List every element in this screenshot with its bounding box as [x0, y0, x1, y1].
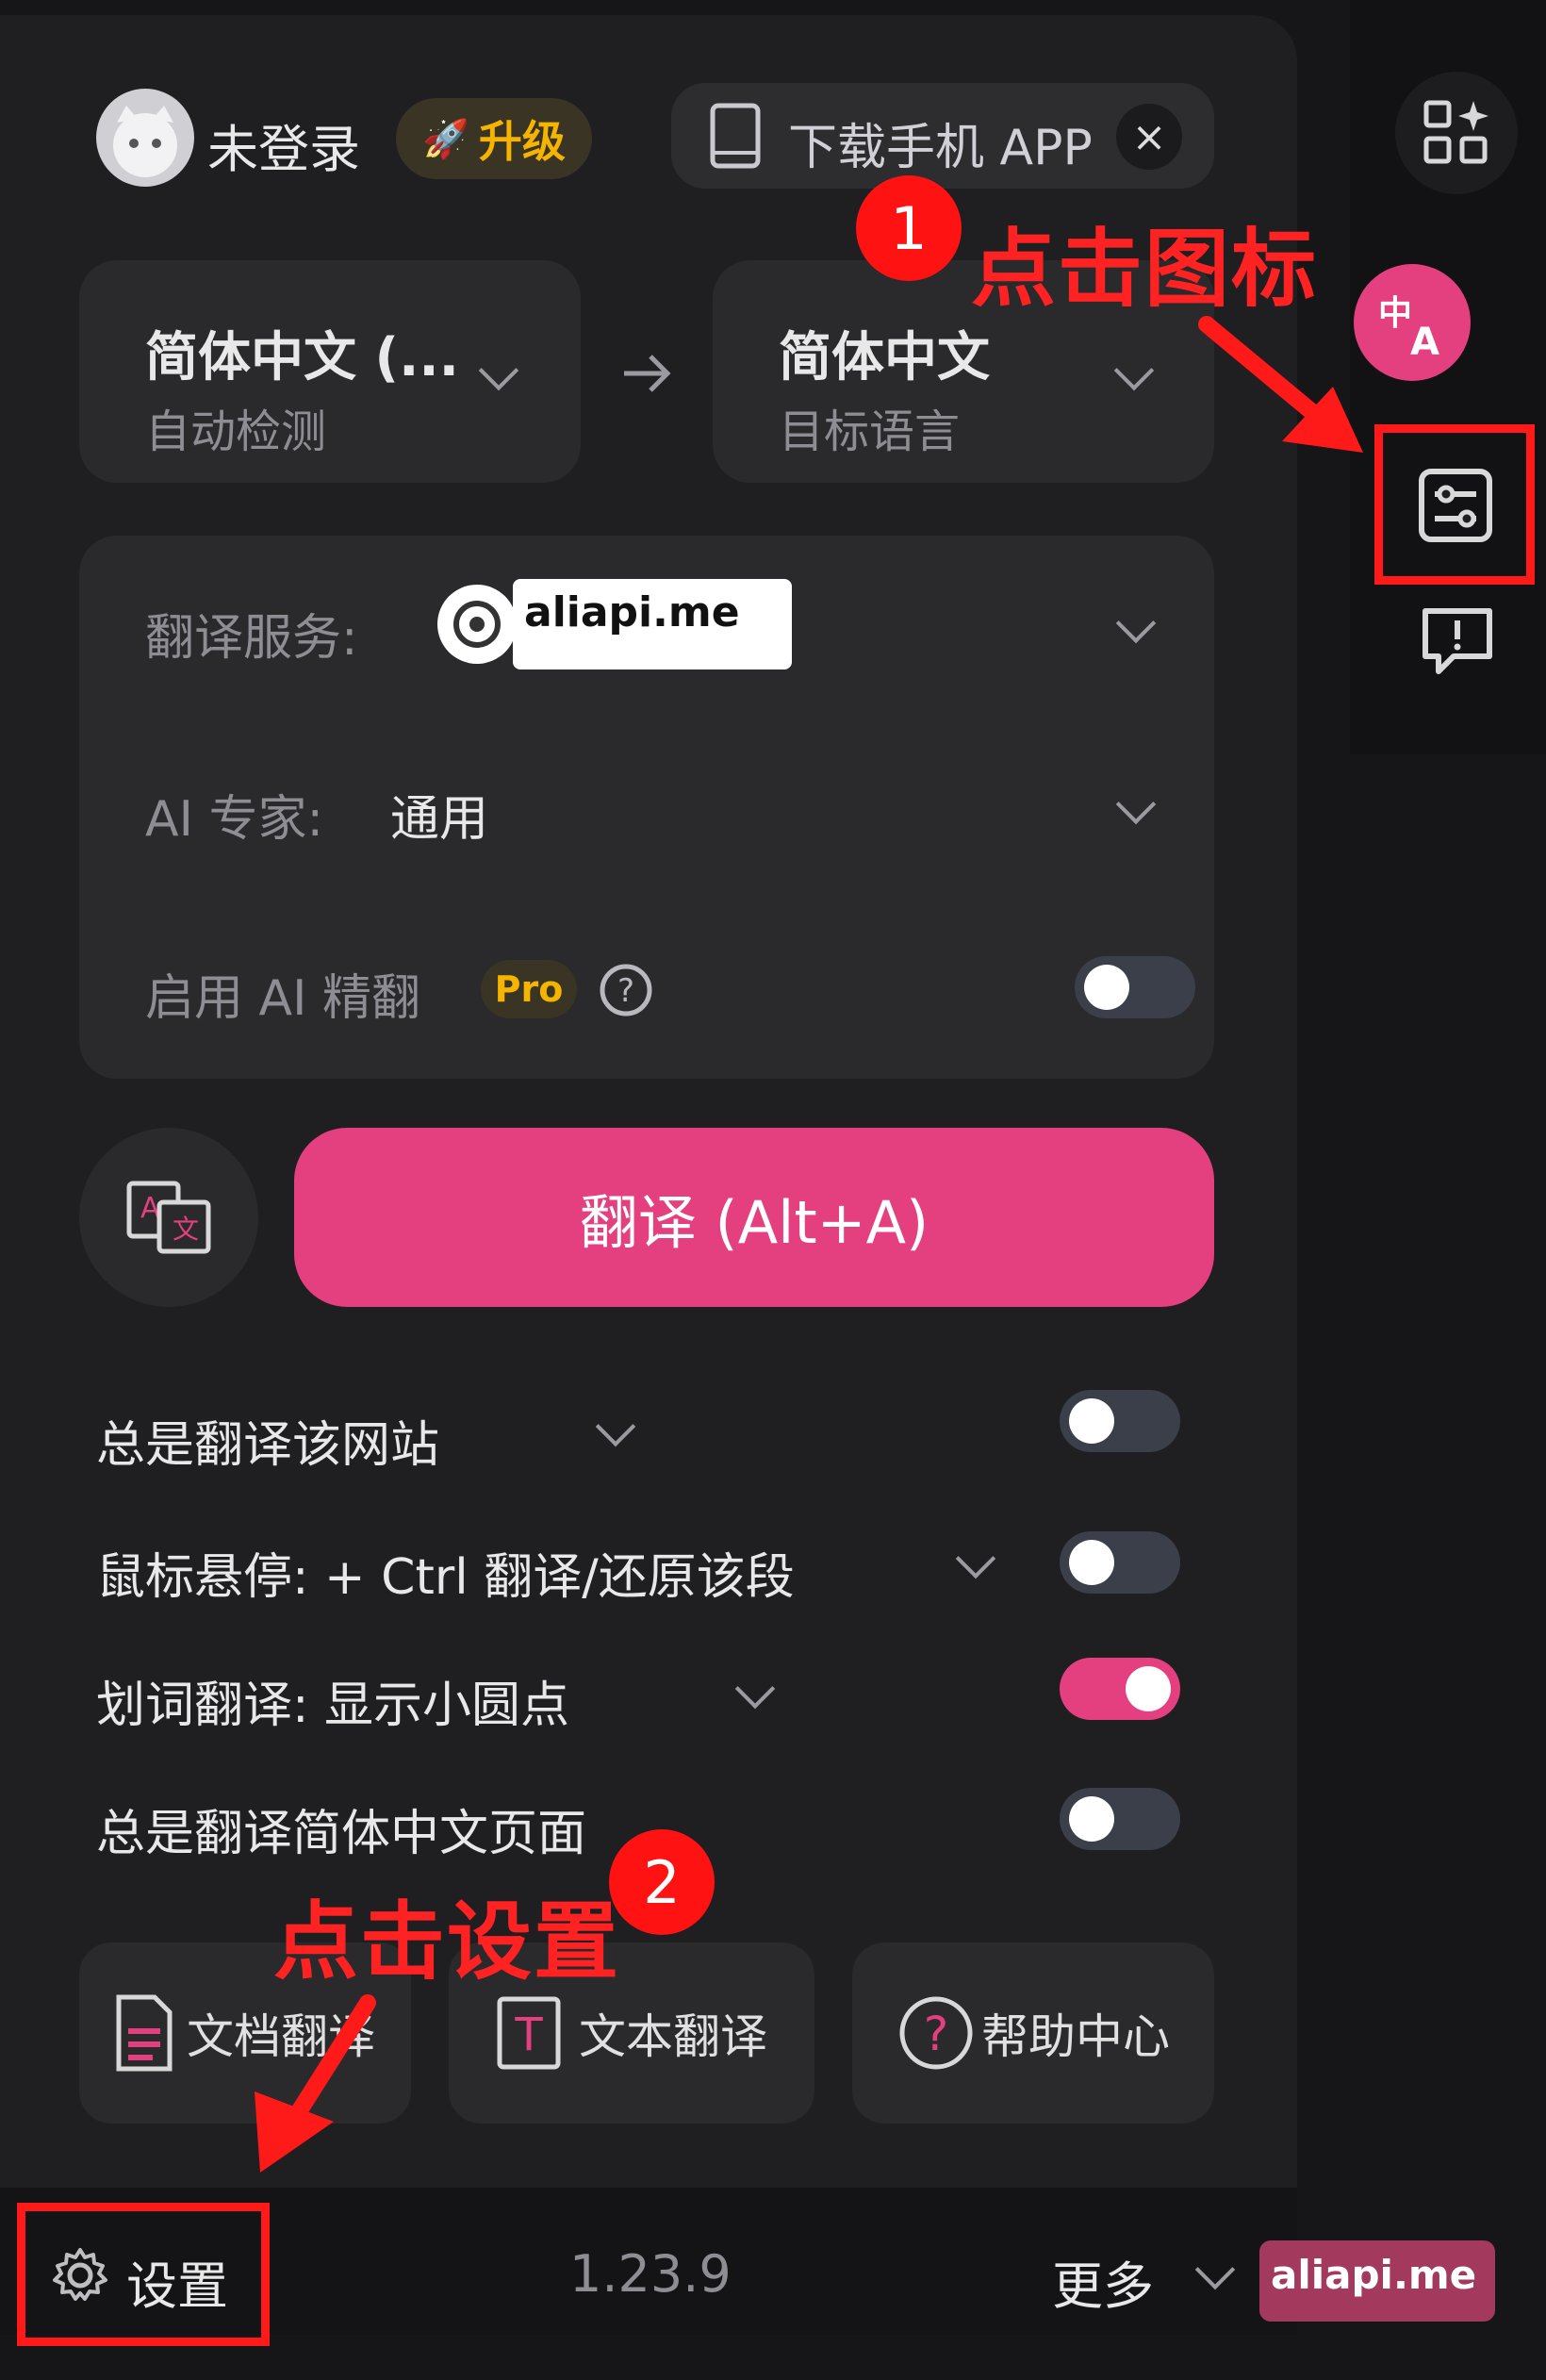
option-toggle-always-chinese[interactable]	[1060, 1788, 1180, 1850]
step2-annotation: 点击设置	[273, 1892, 620, 1992]
translate-button[interactable]: 翻译 (Alt+A)	[294, 1128, 1214, 1307]
rocket-icon: 🚀	[422, 117, 469, 161]
avatar[interactable]	[96, 89, 194, 187]
option-toggle-selection[interactable]	[1060, 1658, 1180, 1720]
target-language-sub: 目标语言	[779, 405, 961, 458]
option-label-hover: 鼠标悬停: + Ctrl 翻译/还原该段	[96, 1549, 795, 1606]
upgrade-button[interactable]: 🚀 升级	[396, 98, 592, 179]
target-language-name: 简体中文	[779, 327, 990, 388]
text-translate-label: 文本翻译	[579, 2009, 767, 2064]
svg-text:?: ?	[924, 2007, 949, 2061]
upgrade-label: 升级	[478, 116, 566, 167]
tablet-icon	[709, 102, 762, 174]
version-label: 1.23.9	[569, 2244, 732, 2304]
annotation-arrow-icon	[1198, 316, 1363, 453]
help-center-label: 帮助中心	[981, 2009, 1170, 2064]
close-icon[interactable]: ×	[1116, 104, 1182, 170]
bilingual-icon: A 文	[126, 1181, 211, 1254]
help-circle-icon[interactable]: ?	[598, 962, 654, 1022]
pro-badge: Pro	[481, 960, 577, 1018]
option-toggle-always-site[interactable]	[1060, 1390, 1180, 1452]
arrow-right-icon	[618, 345, 675, 405]
svg-text:中: 中	[1378, 294, 1412, 333]
service-logo-icon	[437, 585, 517, 664]
user-status[interactable]: 未登录	[207, 107, 360, 182]
expert-value[interactable]: 通用	[390, 779, 488, 850]
option-label-selection: 划词翻译: 显示小圆点	[96, 1678, 570, 1734]
help-center-button[interactable]: ? 帮助中心	[852, 1942, 1214, 2124]
step1-marker: 1	[856, 175, 962, 281]
expert-label: AI 专家:	[145, 791, 323, 848]
settings-panel-icon[interactable]	[1418, 468, 1493, 543]
svg-text:文: 文	[173, 1214, 199, 1245]
svg-text:A: A	[1410, 321, 1439, 362]
step2-marker: 2	[609, 1829, 715, 1935]
download-app-label: 下载手机 APP	[788, 120, 1093, 176]
refine-toggle[interactable]	[1075, 956, 1195, 1018]
gear-icon[interactable]	[51, 2246, 109, 2308]
service-label: 翻译服务:	[145, 610, 358, 667]
svg-text:T: T	[514, 2008, 543, 2061]
refine-label: 启用 AI 精翻	[145, 970, 420, 1027]
settings-link[interactable]: 设置	[126, 2244, 228, 2319]
svg-text:?: ?	[617, 972, 634, 1010]
option-label-always-site: 总是翻译该网站	[96, 1417, 440, 1474]
document-icon	[116, 1994, 173, 2072]
text-box-icon: T	[497, 1996, 561, 2070]
option-label-always-chinese: 总是翻译简体中文页面	[96, 1806, 587, 1862]
step1-annotation: 点击图标	[971, 220, 1318, 319]
option-toggle-hover[interactable]	[1060, 1531, 1180, 1594]
footer-watermark: aliapi.me	[1271, 2252, 1477, 2298]
apps-icon[interactable]	[1395, 72, 1518, 194]
feedback-icon[interactable]	[1420, 603, 1495, 679]
compare-translate-button[interactable]: A 文	[79, 1128, 258, 1307]
source-language-name: 简体中文 (...	[145, 327, 459, 388]
source-language-sub: 自动检测	[145, 405, 327, 458]
service-watermark: aliapi.me	[524, 588, 740, 636]
more-menu[interactable]: 更多	[1052, 2244, 1154, 2319]
annotation-arrow-icon	[255, 1994, 376, 2173]
help-icon: ?	[899, 1996, 973, 2070]
